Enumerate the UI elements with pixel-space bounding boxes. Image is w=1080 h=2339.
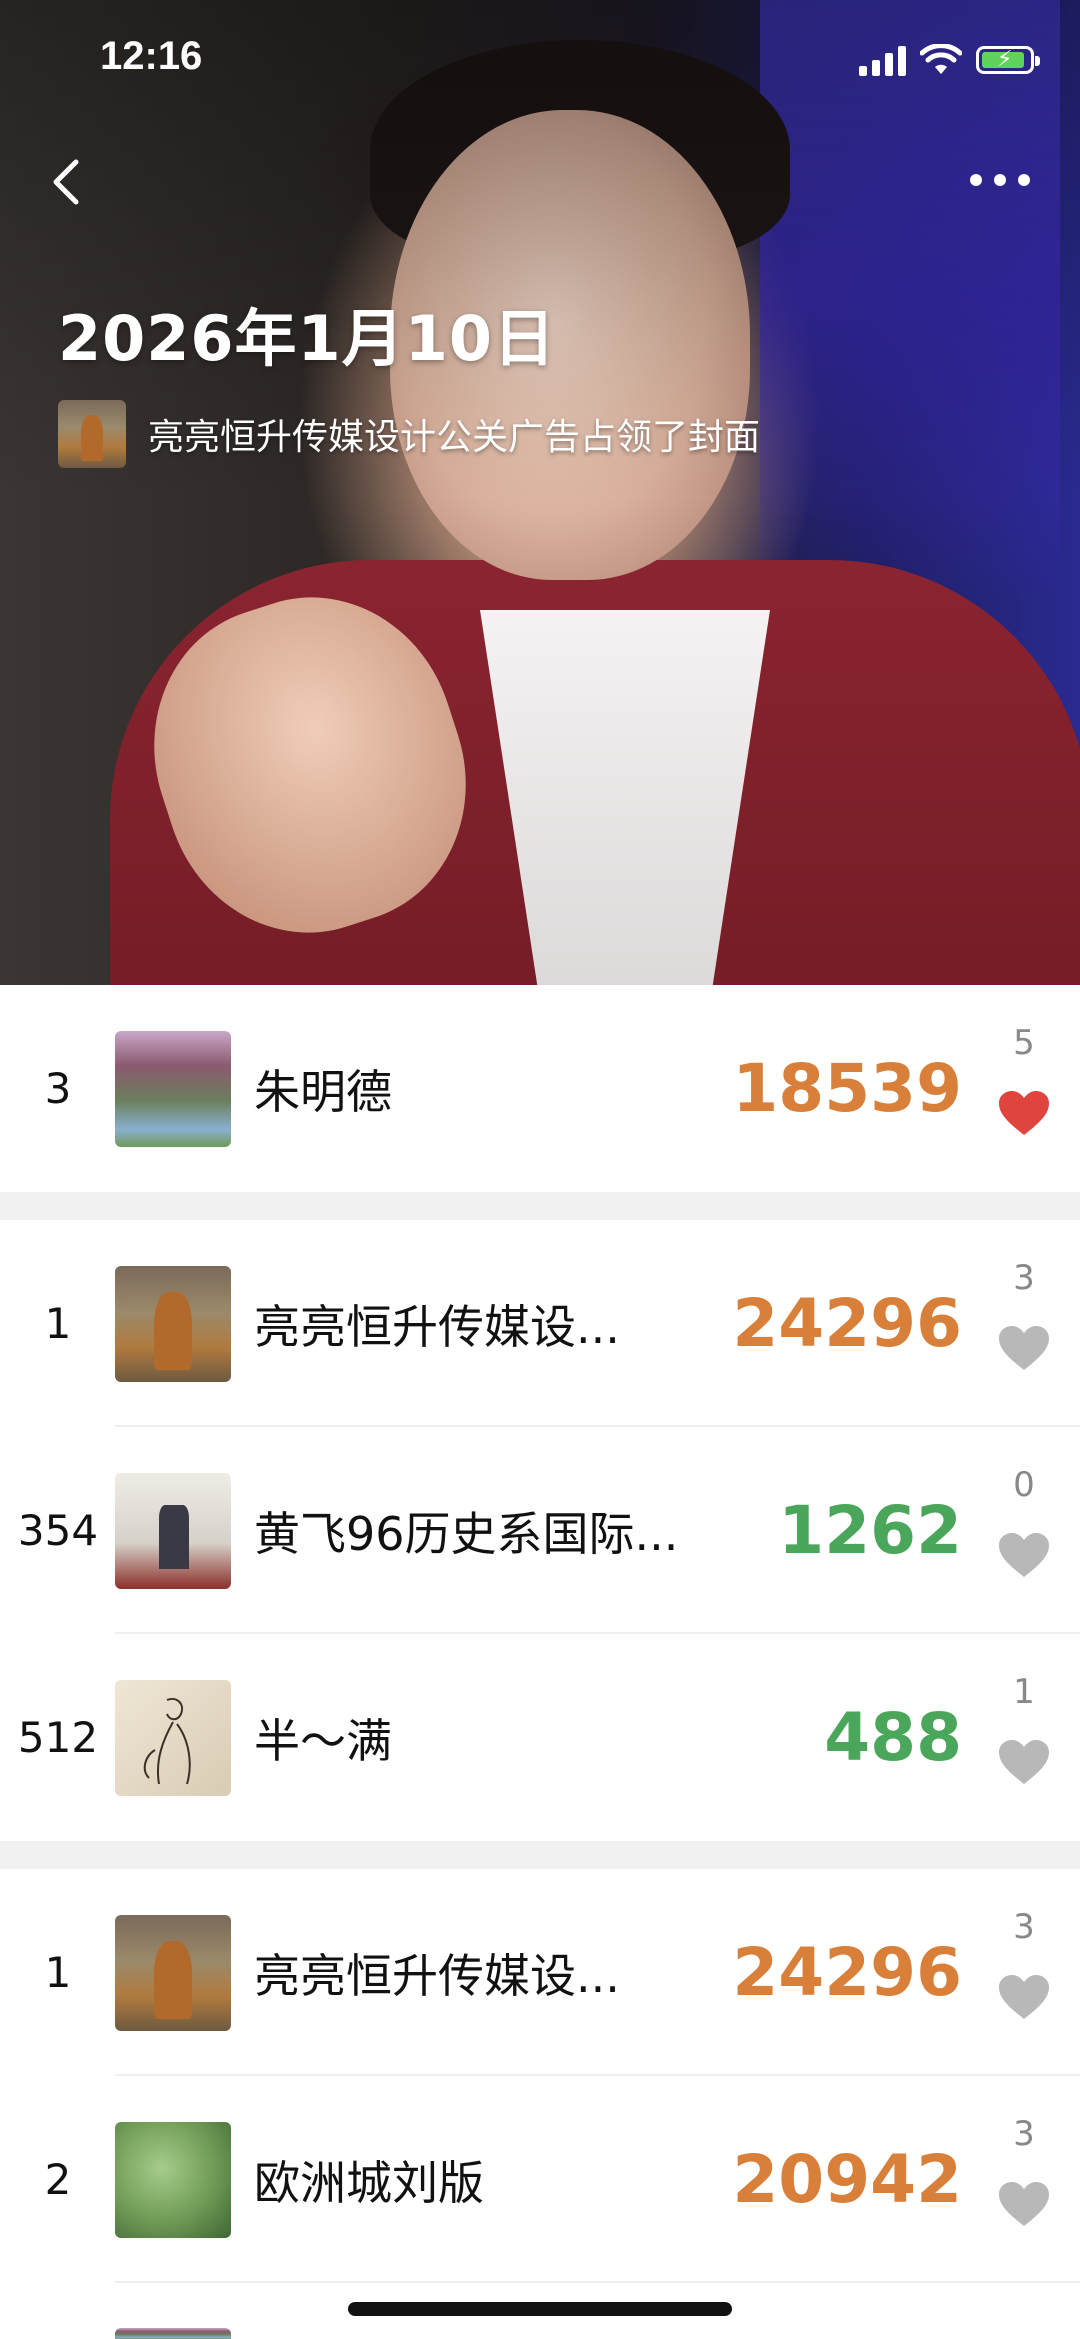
heart-icon[interactable] [996, 2180, 1052, 2230]
cover-date: 2026年1月10日 [58, 302, 556, 375]
back-button[interactable] [40, 140, 100, 220]
avatar[interactable] [115, 1680, 231, 1796]
like-count: 1 [1013, 1672, 1035, 1712]
user-name: 亮亮恒升传媒设... [254, 1299, 620, 1354]
ranking-row[interactable]: 1 亮亮恒升传媒设... 24296 3 [0, 1220, 1080, 1427]
cover-photo[interactable] [0, 0, 1080, 985]
ranking-row[interactable]: 512 半～满 488 1 [0, 1634, 1080, 1841]
avatar[interactable] [115, 1266, 231, 1382]
like-count: 0 [1013, 1465, 1035, 1505]
more-dot-icon [994, 174, 1006, 186]
rank-number: 2 [44, 2155, 72, 2204]
user-name: 半～满 [254, 1713, 392, 1768]
like-count: 3 [1013, 1907, 1035, 1947]
ranking-row[interactable]: 354 黄飞96历史系国际... 1262 0 [0, 1427, 1080, 1634]
status-time: 12:16 [100, 34, 203, 78]
step-count: 24296 [732, 1934, 962, 2011]
step-count: 488 [824, 1699, 962, 1776]
rank-number: 1 [44, 1948, 72, 1997]
home-indicator[interactable] [348, 2302, 732, 2316]
more-button[interactable] [960, 150, 1040, 210]
avatar[interactable] [115, 1031, 231, 1147]
cover-owner-text: 亮亮恒升传媒设计公关广告占领了封面 [148, 417, 761, 458]
battery-icon: ⚡ [976, 46, 1040, 74]
user-name: 黄飞96历史系国际... [254, 1506, 679, 1561]
avatar[interactable] [115, 2328, 231, 2339]
heart-icon[interactable] [996, 1738, 1052, 1788]
ranking-list-b: 1 亮亮恒升传媒设... 24296 3 2 欧洲城刘版 20942 3 [0, 1869, 1080, 2283]
rank-number: 3 [44, 1064, 72, 1113]
heart-icon[interactable] [996, 1531, 1052, 1581]
my-ranking-row[interactable]: 3 朱明德 18539 5 [0, 985, 1080, 1192]
cover-owner[interactable]: 亮亮恒升传媒设计公关广告占领了封面 [58, 400, 760, 468]
my-ranking-section: 3 朱明德 18539 5 [0, 985, 1080, 1192]
step-count: 18539 [732, 1050, 962, 1127]
avatar[interactable] [115, 1915, 231, 2031]
rank-number: 1 [44, 1299, 72, 1348]
heart-filled-icon[interactable] [996, 1089, 1052, 1139]
avatar[interactable] [115, 2122, 231, 2238]
ranking-row[interactable]: 2 欧洲城刘版 20942 3 [0, 2076, 1080, 2283]
like-count: 5 [1013, 1023, 1035, 1063]
more-dot-icon [970, 174, 982, 186]
user-name: 欧洲城刘版 [254, 2155, 484, 2210]
status-icons: ⚡ [859, 40, 1040, 80]
heart-icon[interactable] [996, 1324, 1052, 1374]
heart-icon[interactable] [996, 1973, 1052, 2023]
cover-owner-avatar [58, 400, 126, 468]
rank-number: 354 [17, 1506, 99, 1555]
like-count: 3 [1013, 1258, 1035, 1298]
row-divider [115, 2281, 1080, 2283]
user-name: 亮亮恒升传媒设... [254, 1948, 620, 2003]
sketch-figure-icon [143, 1698, 191, 1785]
chevron-left-icon [53, 159, 79, 205]
more-dot-icon [1018, 174, 1030, 186]
like-count: 3 [1013, 2114, 1035, 2154]
avatar[interactable] [115, 1473, 231, 1589]
step-count: 24296 [732, 1285, 962, 1362]
section-divider [0, 1841, 1080, 1869]
signal-icon [859, 44, 906, 76]
section-divider [0, 1192, 1080, 1220]
ranking-row[interactable]: 1 亮亮恒升传媒设... 24296 3 [0, 1869, 1080, 2076]
ranking-list-a: 1 亮亮恒升传媒设... 24296 3 354 黄飞96历史系国际... 12… [0, 1220, 1080, 1841]
step-count: 1262 [778, 1492, 962, 1569]
wifi-icon [920, 44, 962, 74]
rank-number: 512 [17, 1713, 99, 1762]
step-count: 20942 [732, 2141, 962, 2218]
user-name: 朱明德 [254, 1064, 392, 1119]
